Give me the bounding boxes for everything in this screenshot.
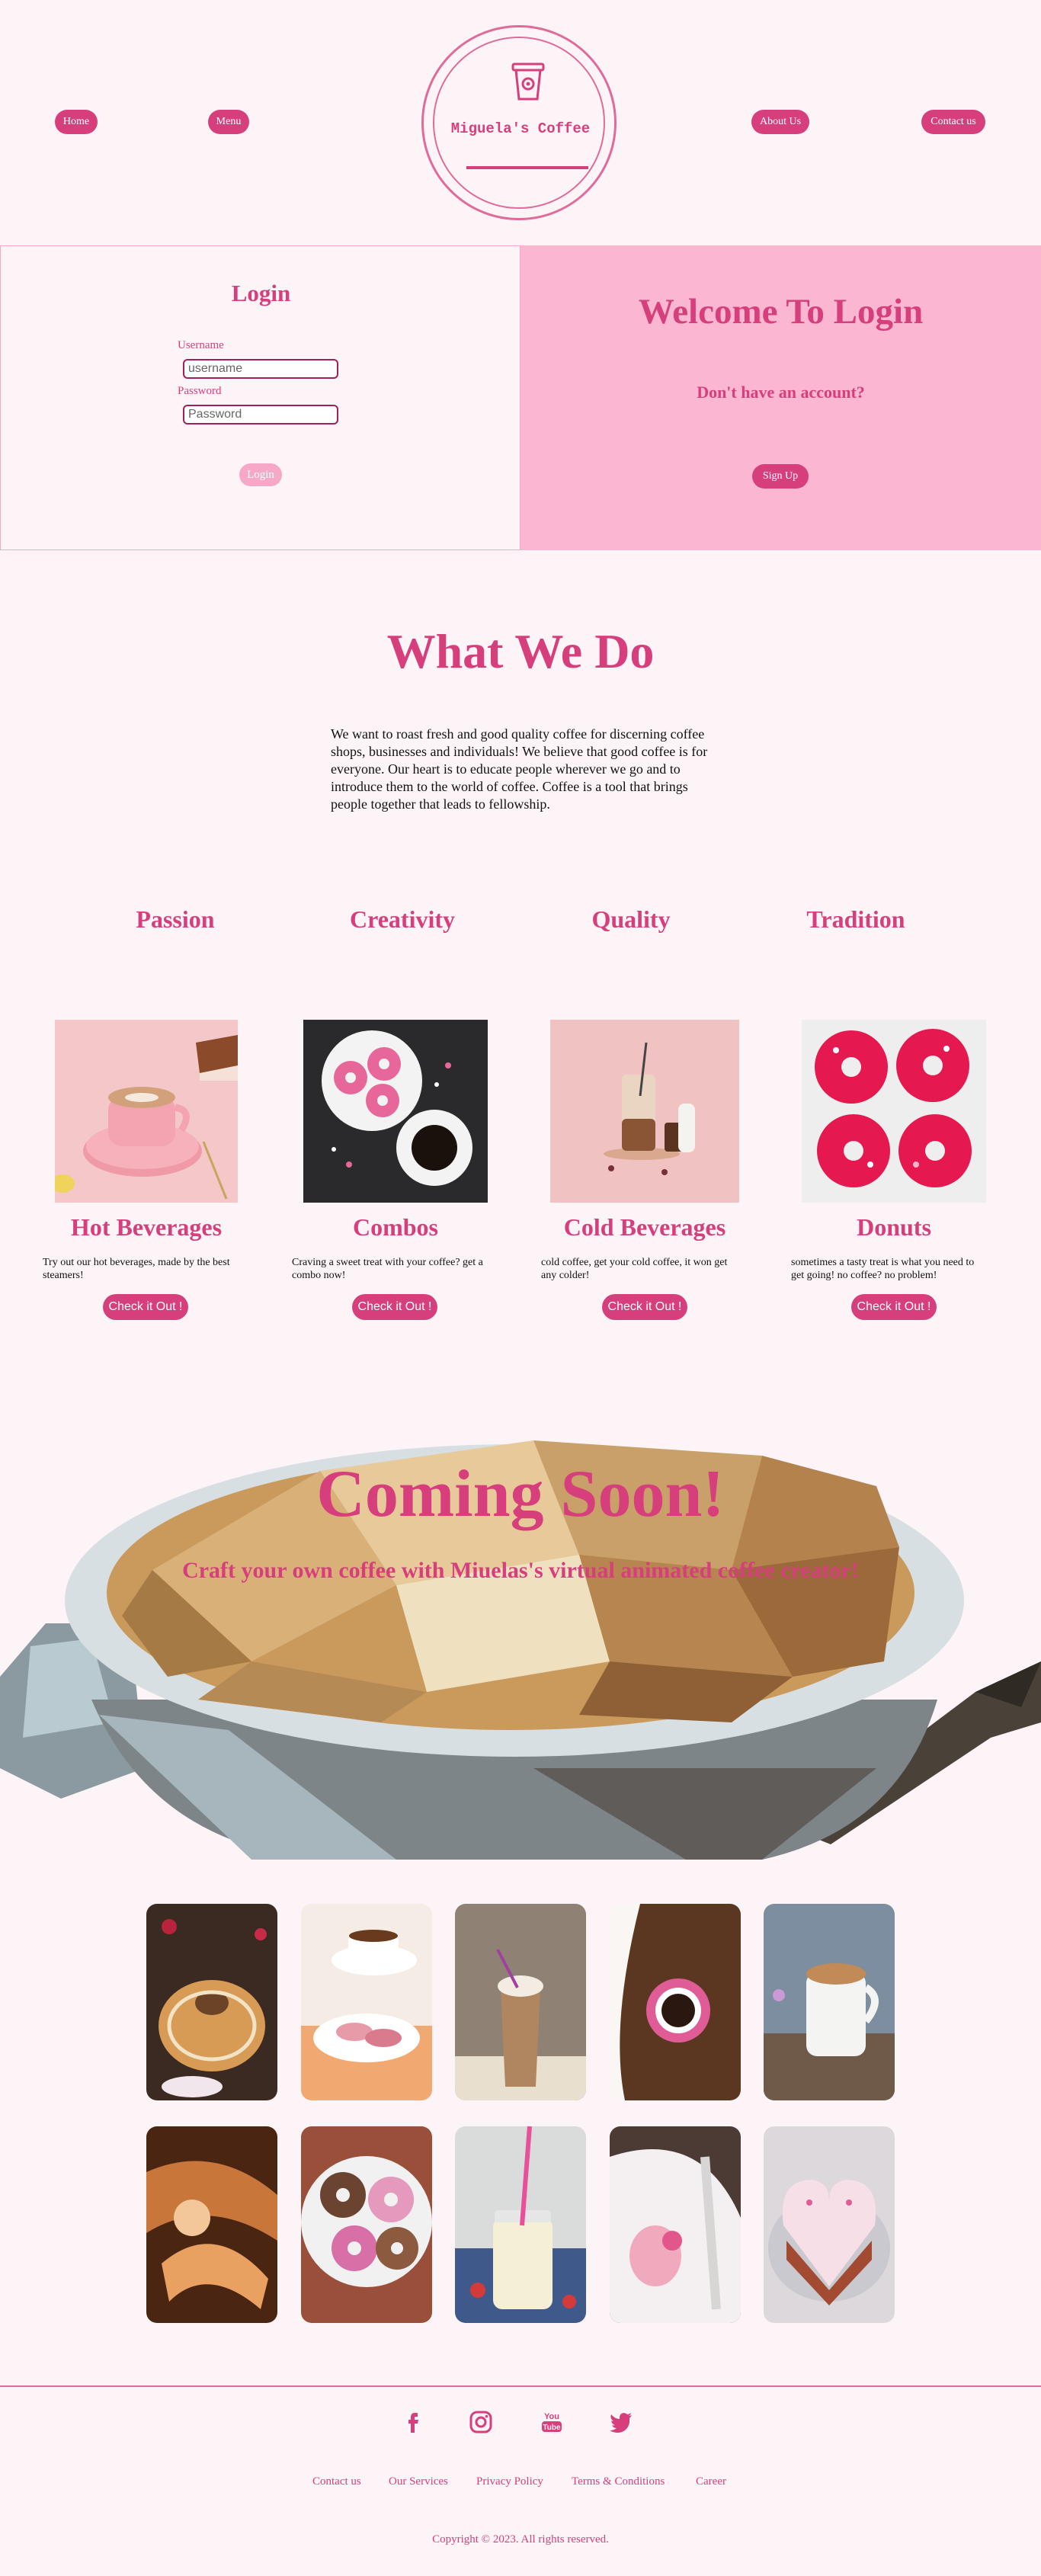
footer-link-career[interactable]: Career	[696, 2475, 726, 2488]
facebook-icon[interactable]	[402, 2408, 429, 2436]
copyright-text: Copyright © 2023. All rights reserved.	[432, 2533, 609, 2546]
nav-home-button[interactable]: Home	[55, 110, 98, 134]
gallery-donut-bowl	[301, 2126, 432, 2323]
what-we-do-title: What We Do	[386, 624, 655, 678]
footer-link-contact[interactable]: Contact us	[312, 2475, 361, 2488]
username-input[interactable]	[183, 359, 338, 379]
gallery-coffee-beans	[610, 1904, 741, 2100]
gallery-heart-cake	[764, 2126, 895, 2323]
gallery-bundt-cake	[146, 1904, 277, 2100]
coming-soon-banner: Coming Soon! Craft your own coffee with …	[0, 1372, 1041, 1860]
welcome-title: Welcome To Login	[638, 292, 924, 332]
footer-link-terms[interactable]: Terms & Conditions	[572, 2475, 665, 2488]
password-label: Password	[178, 385, 222, 397]
site-header: Home Menu About Us Contact us Miguela's …	[0, 0, 1041, 244]
username-label: Username	[178, 339, 224, 351]
logo-underline	[466, 166, 588, 169]
footer-link-services[interactable]: Our Services	[389, 2475, 448, 2488]
lowpoly-coffee-illustration	[0, 1440, 1041, 1860]
what-we-do-text: We want to roast fresh and good quality …	[331, 726, 708, 812]
nav-contact-button[interactable]: Contact us	[921, 110, 985, 134]
check-cold-beverages-button[interactable]: Check it Out !	[602, 1294, 687, 1320]
login-button[interactable]: Login	[239, 463, 282, 486]
combo-image	[303, 1020, 488, 1203]
logo-inner-ring: Miguela's Coffee	[433, 37, 605, 209]
no-account-text: Don't have an account?	[697, 383, 865, 402]
youtube-icon[interactable]: You Tube	[538, 2408, 565, 2436]
donut-image	[802, 1020, 986, 1203]
product-desc-combos: Craving a sweet treat with your coffee? …	[292, 1257, 483, 1281]
gallery-latte-mug	[764, 1904, 895, 2100]
twitter-icon[interactable]	[607, 2408, 635, 2436]
signup-button[interactable]: Sign Up	[752, 464, 809, 489]
check-donuts-button[interactable]: Check it Out !	[851, 1294, 937, 1320]
gallery-milkshake-jar	[455, 2126, 586, 2323]
product-title-cold-beverages: Cold Beverages	[563, 1213, 726, 1241]
gallery-macaron-plate	[610, 2126, 741, 2323]
value-tradition: Tradition	[806, 905, 905, 933]
product-title-combos: Combos	[352, 1213, 438, 1241]
svg-text:You: You	[544, 2412, 559, 2421]
hot-beverage-image	[55, 1020, 238, 1203]
login-title: Login	[231, 280, 291, 306]
gallery-caramel-swirl	[146, 2126, 277, 2323]
value-passion: Passion	[136, 905, 215, 933]
product-title-hot-beverages: Hot Beverages	[70, 1213, 223, 1241]
instagram-icon[interactable]	[467, 2408, 495, 2436]
check-hot-beverages-button[interactable]: Check it Out !	[103, 1294, 188, 1320]
login-panel: Login Username Password Login	[0, 245, 520, 550]
logo[interactable]: Miguela's Coffee	[421, 25, 617, 220]
product-desc-hot-beverages: Try out our hot beverages, made by the b…	[43, 1257, 230, 1281]
product-desc-cold-beverages: cold coffee, get your cold coffee, it wo…	[541, 1257, 728, 1281]
coffee-cup-icon	[511, 62, 545, 101]
value-creativity: Creativity	[349, 905, 456, 933]
gallery-iced-coffee	[455, 1904, 586, 2100]
cold-beverage-image	[550, 1020, 739, 1203]
nav-menu-button[interactable]: Menu	[208, 110, 249, 134]
check-combos-button[interactable]: Check it Out !	[352, 1294, 437, 1320]
product-desc-donuts: sometimes a tasty treat is what you need…	[791, 1257, 975, 1281]
footer-link-privacy[interactable]: Privacy Policy	[476, 2475, 543, 2488]
coming-soon-subtitle: Craft your own coffee with Miuelas's vir…	[182, 1558, 859, 1583]
gallery-tea-cookies	[301, 1904, 432, 2100]
logo-text: Miguela's Coffee	[450, 120, 591, 137]
password-input[interactable]	[183, 405, 338, 425]
value-quality: Quality	[591, 905, 671, 933]
welcome-panel: Welcome To Login Don't have an account? …	[520, 245, 1041, 550]
coming-soon-title: Coming Soon!	[316, 1457, 725, 1531]
svg-text:Tube: Tube	[543, 2424, 561, 2432]
product-title-donuts: Donuts	[857, 1213, 931, 1241]
nav-about-button[interactable]: About Us	[751, 110, 809, 134]
footer-divider	[0, 2385, 1041, 2387]
